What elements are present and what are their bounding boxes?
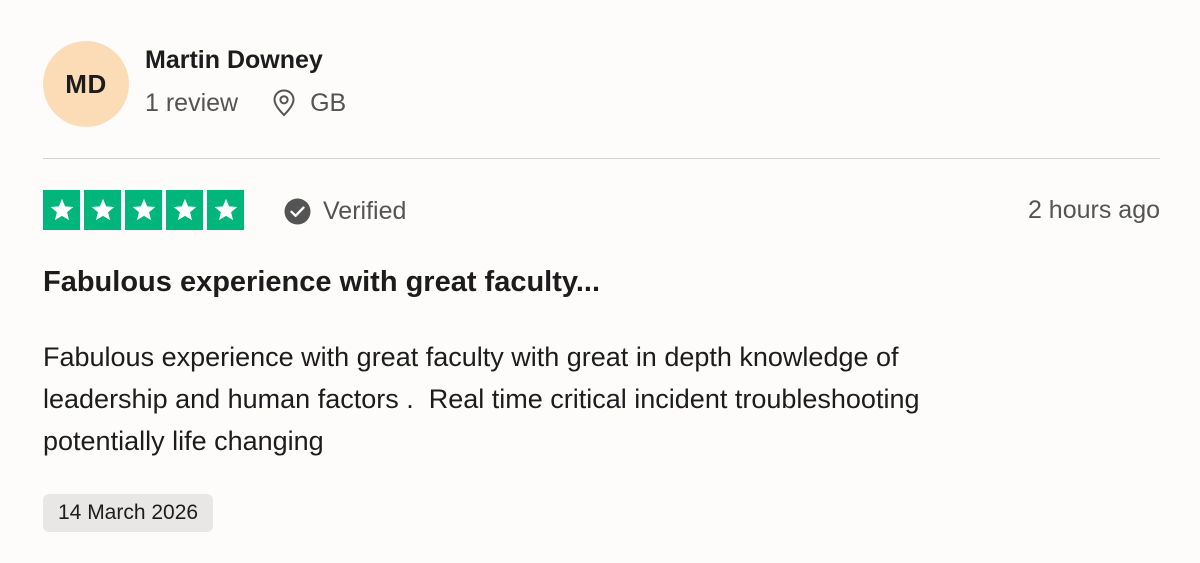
star-icon [43,190,80,230]
date-of-experience-badge: 14 March 2026 [43,494,214,532]
star-icon [84,190,121,230]
divider [43,158,1160,159]
review-title[interactable]: Fabulous experience with great faculty..… [43,262,600,302]
date-of-experience: 14 March 2026 [58,501,199,524]
review-timestamp: 2 hours ago [1027,196,1160,224]
review-body: Fabulous experience with great faculty w… [43,342,920,456]
review-card: MD Martin Downey 1 review GB Verified 2 … [0,0,1200,563]
avatar[interactable]: MD [43,41,129,127]
reviewer-meta: 1 review GB [145,86,346,120]
verified-badge[interactable]: Verified [284,192,406,230]
star-rating [43,190,244,230]
star-icon [125,190,162,230]
avatar-initials: MD [65,68,107,99]
location-pin-icon [270,88,298,118]
reviewer-name[interactable]: Martin Downey [145,44,323,76]
reviewer-country: GB [310,88,347,117]
star-icon [166,190,203,230]
review-count: 1 review [145,88,239,117]
verified-label: Verified [323,196,407,225]
star-icon [207,190,244,230]
check-circle-icon [284,198,311,225]
